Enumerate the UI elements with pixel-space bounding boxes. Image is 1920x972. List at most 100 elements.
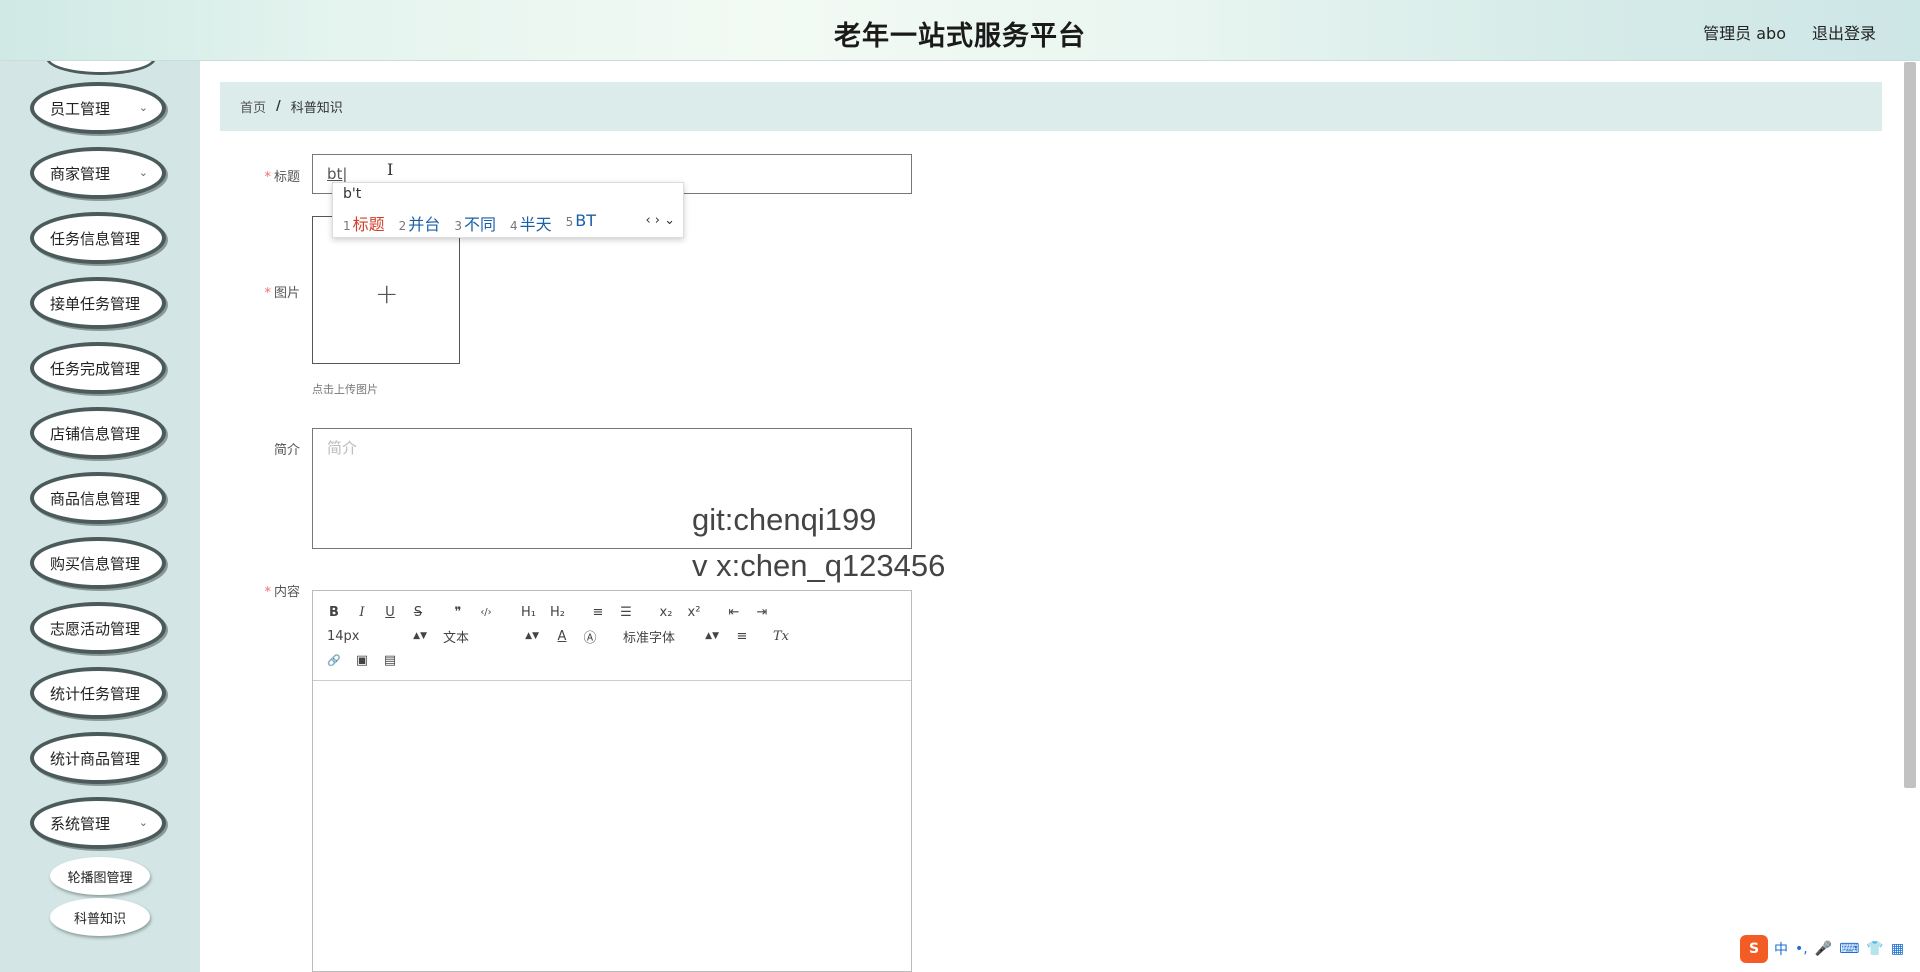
sidebar-item-purchase-info[interactable]: 购买信息管理	[30, 537, 166, 589]
bold-button[interactable]: B	[327, 605, 341, 620]
strike-button[interactable]: S	[411, 605, 425, 620]
ime-toolbar: S 中 •, 🎤 ⌨ 👕 ▦	[1740, 934, 1912, 964]
current-user-label: 管理员 abo	[1703, 24, 1786, 43]
candidate-text: 标题	[352, 215, 385, 234]
sidebar-item-label: 购买信息管理	[50, 554, 141, 573]
font-size-select[interactable]: 14px ▲▼	[327, 629, 427, 644]
heading2-button[interactable]: H₂	[550, 605, 565, 620]
sidebar-item-volunteer[interactable]: 志愿活动管理	[30, 602, 166, 654]
sidebar-item-staff[interactable]: 员工管理 ⌄	[30, 82, 166, 134]
sidebar-item-label: 志愿活动管理	[50, 619, 141, 638]
link-icon[interactable]: 🔗	[327, 654, 341, 667]
indent-icon[interactable]: ⇥	[755, 605, 769, 620]
candidate-text: 不同	[463, 215, 496, 234]
breadcrumb-home[interactable]: 首页	[240, 97, 266, 116]
intro-label-text: 简介	[273, 443, 300, 458]
image-label-text: 图片	[273, 286, 300, 301]
chevron-down-icon: ⌄	[138, 166, 148, 179]
sidebar-item-task-info[interactable]: 任务信息管理	[30, 212, 166, 264]
underline-button[interactable]: U	[383, 605, 397, 620]
sidebar-subitem-label: 科普知识	[73, 911, 126, 927]
candidate-number: 3	[454, 219, 462, 233]
image-icon[interactable]: ▣	[355, 653, 369, 668]
rich-text-editor: B I U S ❞ ‹/› H₁ H₂ ≡ ☰ x₂ x² ⇤ ⇥ 14px ▲…	[312, 590, 912, 972]
heading1-button[interactable]: H₁	[521, 605, 536, 620]
sidebar-item-stat-product[interactable]: 统计商品管理	[30, 732, 166, 784]
sidebar-item-product-info[interactable]: 商品信息管理	[30, 472, 166, 524]
sidebar-item-accept-task[interactable]: 接单任务管理	[30, 277, 166, 329]
code-block-icon[interactable]: ‹/›	[479, 607, 493, 618]
sidebar-item-label: 商家管理	[50, 164, 111, 183]
subscript-button[interactable]: x₂	[659, 605, 673, 620]
ime-candidate[interactable]: 2 并台	[399, 211, 441, 235]
content-label: * 内容	[220, 581, 300, 600]
italic-button[interactable]: I	[355, 605, 369, 620]
intro-label: 简介	[220, 439, 300, 458]
bullet-list-icon[interactable]: ☰	[619, 605, 633, 620]
ime-composition: b't	[343, 186, 362, 202]
chevron-down-icon: ⌄	[138, 816, 148, 829]
sidebar-item-label: 商品信息管理	[50, 489, 141, 508]
toolbox-icon[interactable]: ▦	[1891, 941, 1904, 957]
ime-candidate[interactable]: 4 半天	[510, 211, 552, 235]
microphone-icon[interactable]: 🎤	[1815, 941, 1832, 957]
toolbar-row-3: 🔗 ▣ ▤	[327, 649, 411, 671]
clear-format-icon[interactable]: Tx	[773, 629, 789, 644]
image-upload-button[interactable]: +	[312, 216, 460, 364]
sidebar-item-label: 员工管理	[50, 99, 111, 118]
candidate-number: 2	[398, 219, 407, 233]
sidebar-subitem-science[interactable]: 科普知识	[50, 898, 150, 936]
ime-candidate[interactable]: 1 标题	[343, 211, 385, 235]
ibeam-cursor-icon: I	[387, 160, 394, 179]
video-icon[interactable]: ▤	[383, 653, 397, 668]
outdent-icon[interactable]: ⇤	[727, 605, 741, 620]
sidebar-item-system[interactable]: 系统管理 ⌄	[30, 797, 166, 849]
sidebar-item-stat-task[interactable]: 统计任务管理	[30, 667, 166, 719]
sogou-logo-icon[interactable]: S	[1740, 935, 1768, 963]
toolbar-row-1: B I U S ❞ ‹/› H₁ H₂ ≡ ☰ x₂ x² ⇤ ⇥	[327, 601, 783, 623]
required-mark: *	[264, 585, 271, 600]
sidebar-item-merchant[interactable]: 商家管理 ⌄	[30, 147, 166, 199]
font-family-select[interactable]: 标准字体 ▲▼	[623, 627, 719, 646]
ime-nav-icon[interactable]: ‹ › ⌄	[645, 213, 675, 228]
upload-tip: 点击上传图片	[312, 383, 378, 396]
candidate-number: 5	[565, 215, 574, 229]
page-scrollbar[interactable]	[1904, 62, 1916, 788]
keyboard-icon[interactable]: ⌨	[1839, 941, 1859, 957]
align-icon[interactable]: ≡	[735, 629, 749, 644]
background-color-icon[interactable]: Ⓐ	[583, 627, 597, 646]
ime-candidate-popup: b't 1 标题 2 并台 3 不同 4 半天 5 BT ‹ › ⌄	[332, 182, 684, 238]
format-select[interactable]: 文本 ▲▼	[443, 627, 539, 646]
title-label: * 标题	[220, 166, 300, 185]
skin-icon[interactable]: 👕	[1866, 941, 1883, 957]
sidebar-item-shop-info[interactable]: 店铺信息管理	[30, 407, 166, 459]
content-label-text: 内容	[273, 585, 300, 600]
sidebar-item-task-complete[interactable]: 任务完成管理	[30, 342, 166, 394]
breadcrumb-current: 科普知识	[290, 101, 343, 116]
select-arrows-icon: ▲▼	[413, 631, 427, 641]
ime-candidate[interactable]: 5 BT	[566, 211, 596, 235]
logout-button[interactable]: 退出登录	[1812, 20, 1876, 44]
punctuation-icon[interactable]: •,	[1795, 941, 1808, 957]
font-color-icon[interactable]: A	[555, 629, 569, 644]
sidebar-subitem-carousel[interactable]: 轮播图管理	[50, 857, 150, 895]
watermark-line-1: git:chenqi199	[692, 502, 877, 537]
intro-placeholder: 简介	[327, 439, 358, 457]
blockquote-icon[interactable]: ❞	[451, 605, 465, 620]
sidebar-item-partial[interactable]	[46, 61, 156, 75]
image-label: * 图片	[220, 282, 300, 301]
sidebar-item-label: 统计商品管理	[50, 749, 141, 768]
ordered-list-icon[interactable]: ≡	[591, 605, 605, 620]
sidebar-item-label: 任务信息管理	[50, 229, 141, 248]
ime-candidate[interactable]: 3 不同	[454, 211, 496, 235]
editor-toolbar: B I U S ❞ ‹/› H₁ H₂ ≡ ☰ x₂ x² ⇤ ⇥ 14px ▲…	[313, 591, 911, 681]
sidebar: 员工管理 ⌄ 商家管理 ⌄ 任务信息管理 接单任务管理 任务完成管理 店铺信息管…	[0, 61, 200, 972]
superscript-button[interactable]: x²	[687, 605, 701, 620]
candidate-text: 半天	[519, 215, 552, 234]
language-mode-icon[interactable]: 中	[1774, 939, 1788, 959]
editor-content-area[interactable]	[313, 682, 911, 972]
sidebar-item-label: 店铺信息管理	[50, 424, 141, 443]
required-mark: *	[264, 170, 271, 185]
title-input-value: bt	[327, 165, 343, 183]
app-header: 老年一站式服务平台 管理员 abo 退出登录	[0, 0, 1920, 61]
